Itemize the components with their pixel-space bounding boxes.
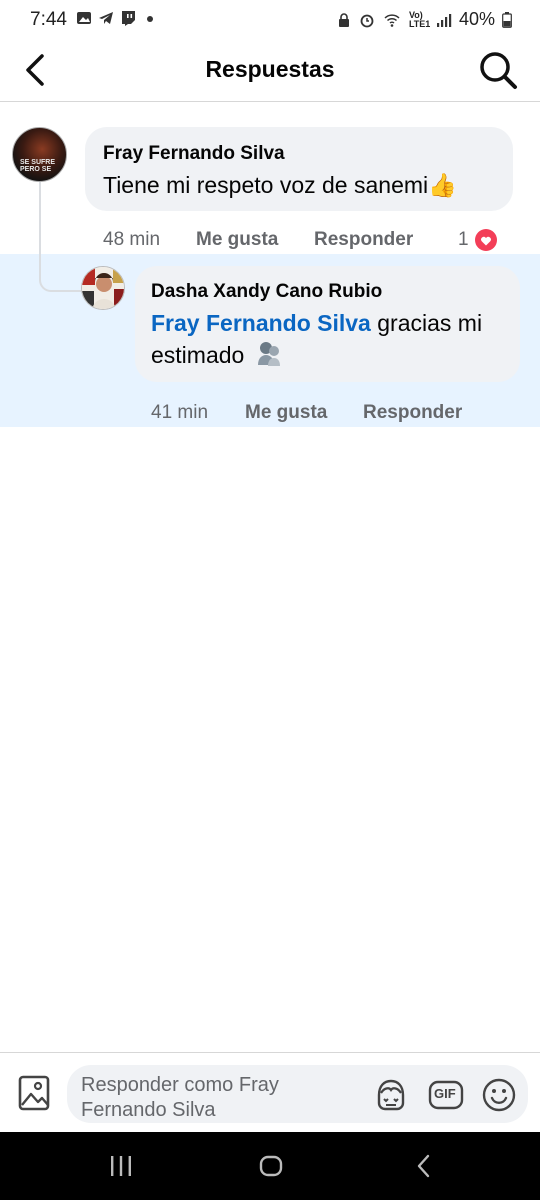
search-icon: [480, 52, 517, 89]
comment-body: Tiene mi respeto voz de sanemi: [103, 172, 429, 198]
lock-icon: [338, 12, 349, 27]
reply-bubble[interactable]: Dasha Xandy Cano Rubio Fray Fernando Sil…: [135, 266, 520, 382]
dot-icon: [147, 16, 153, 22]
placeholder-line1: Responder como Fray: [81, 1074, 279, 1096]
reply-input-placeholder: Responder como Fray Fernando Silva: [81, 1073, 331, 1123]
battery-icon: [502, 11, 512, 28]
wifi-icon: [384, 13, 400, 27]
avatar-sticker-button[interactable]: [373, 1077, 409, 1113]
reply-time: 41 min: [151, 402, 209, 423]
comment-text: Tiene mi respeto voz de sanemi👍: [103, 169, 457, 201]
system-nav-bar: [0, 1132, 540, 1200]
avatar[interactable]: SE SUFRE PERO SE: [12, 127, 67, 182]
avatar-image: [82, 267, 124, 309]
like-button[interactable]: Me gusta: [196, 229, 278, 251]
comment-bubble[interactable]: Fray Fernando Silva Tiene mi respeto voz…: [85, 127, 513, 211]
recent-apps-icon: [111, 1156, 131, 1176]
signal-icon: [436, 13, 452, 27]
recent-apps-button[interactable]: [108, 1152, 134, 1180]
thread-connector: [39, 182, 81, 292]
home-button[interactable]: [257, 1152, 285, 1180]
reply-button[interactable]: Responder: [363, 402, 462, 424]
gallery-notification-icon: [77, 12, 91, 24]
gif-label: GIF: [434, 1086, 456, 1101]
mention-link[interactable]: Fray Fernando Silva: [151, 310, 371, 336]
system-icons: Vo) LTE1 40%: [336, 9, 512, 30]
back-icon: [417, 1154, 430, 1178]
photo-button[interactable]: [18, 1075, 50, 1111]
network-label: Vo) LTE1: [408, 9, 431, 29]
emoji-icon: [482, 1078, 516, 1112]
reply-text: Fray Fernando Silva gracias mi estimado: [151, 307, 482, 371]
hugging-emoji-icon: [257, 342, 280, 366]
reply-author[interactable]: Dasha Xandy Cano Rubio: [151, 281, 382, 303]
status-time: 7:44: [30, 9, 67, 30]
heart-reaction-icon[interactable]: [474, 228, 498, 252]
alarm-icon: [360, 14, 374, 27]
reply-text-line1: gracias mi: [370, 310, 483, 336]
gif-button[interactable]: GIF: [428, 1077, 464, 1113]
photo-icon: [18, 1075, 50, 1111]
reply-input[interactable]: Responder como Fray Fernando Silva GIF: [67, 1065, 528, 1123]
notification-icons: [76, 10, 158, 26]
placeholder-line2: Fernando Silva: [81, 1099, 216, 1121]
comment-author[interactable]: Fray Fernando Silva: [103, 143, 285, 165]
home-icon: [259, 1155, 283, 1177]
status-bar: 7:44 Vo) LTE1 40%: [0, 0, 540, 40]
thumbs-up-emoji: 👍: [428, 172, 457, 198]
telegram-notification-icon: [99, 12, 113, 24]
battery-percent: 40%: [458, 9, 495, 29]
like-button[interactable]: Me gusta: [245, 402, 327, 424]
reply-button[interactable]: Responder: [314, 229, 413, 251]
avatar-sticker-icon: [377, 1079, 405, 1111]
twitch-notification-icon: [122, 11, 135, 26]
search-button[interactable]: [476, 48, 520, 92]
emoji-button[interactable]: [481, 1077, 517, 1113]
header: Respuestas: [0, 40, 540, 102]
reply-text-line2: estimado: [151, 342, 245, 368]
reaction-count[interactable]: 1: [458, 229, 469, 251]
system-back-button[interactable]: [412, 1152, 436, 1180]
comment-time: 48 min: [103, 229, 161, 250]
reply-composer: Responder como Fray Fernando Silva GIF: [0, 1052, 540, 1132]
page-title: Respuestas: [205, 56, 335, 82]
avatar[interactable]: [81, 266, 125, 310]
avatar-caption: SE SUFRE PERO SE: [20, 159, 56, 173]
